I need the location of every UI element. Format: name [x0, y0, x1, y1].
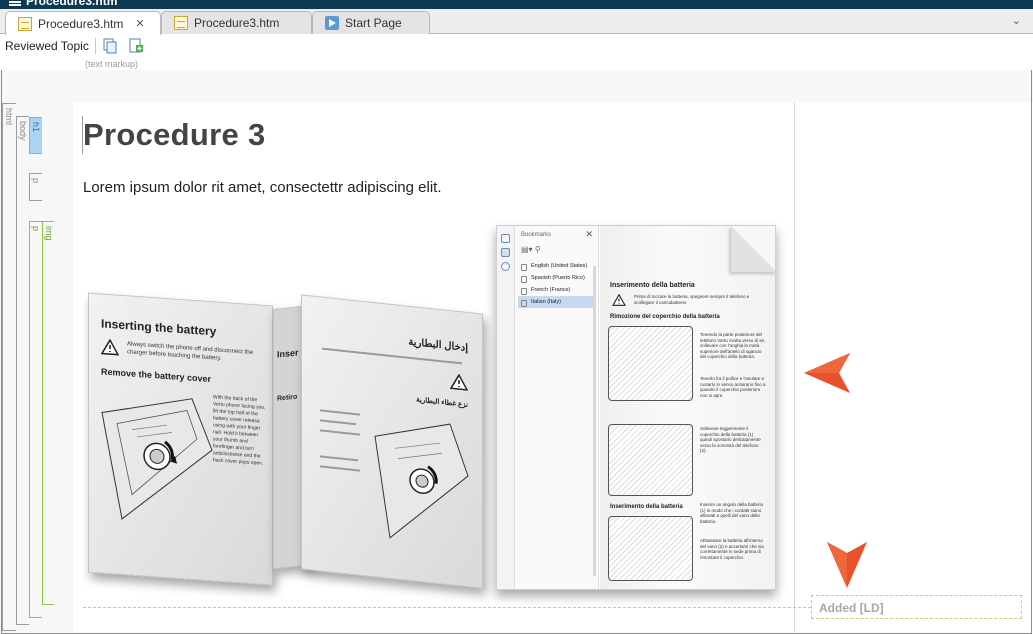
start-page-icon	[325, 16, 339, 30]
page-text-4: Sollevare leggermente il coperchio della…	[700, 426, 761, 453]
pamphlet-subtitle: Remove the battery cover	[101, 366, 212, 385]
added-change-underline	[83, 607, 811, 608]
htm-document-icon	[18, 16, 32, 31]
insert-topic-icon[interactable]	[127, 37, 145, 55]
bookmark-scrollbar	[593, 266, 596, 576]
pages-icon	[501, 234, 510, 243]
structure-tag-img: img	[44, 226, 54, 241]
structure-bar-p-figure[interactable]: p	[29, 221, 42, 618]
viewer-side-rail	[497, 226, 515, 589]
bookmark-item: English (United States)	[518, 260, 595, 272]
change-marker-arrow-down-icon[interactable]	[826, 541, 868, 589]
bookmark-icon	[501, 248, 510, 257]
bookmark-list: English (United States) Spanish (Puerto …	[518, 260, 595, 308]
warning-icon	[101, 338, 119, 356]
pamphlet-panel-english: Inserting the battery Always switch the …	[88, 292, 273, 586]
tab-label: Start Page	[345, 16, 402, 30]
pamphlet-fold-title: Inser	[277, 347, 299, 360]
toolbar-separator	[94, 38, 96, 54]
pamphlet-body: With the back of the Vertu phone facing …	[213, 394, 266, 467]
document-tab-strip: Procedure3.htm ✕ Procedure3.htm Start Pa…	[0, 9, 1033, 35]
structure-tag-body: body	[18, 121, 28, 141]
page-text-5: Inserire un angolo della batteria (1) in…	[700, 502, 764, 524]
window-title: Procedure3.htm	[26, 0, 118, 8]
page-heading[interactable]: Procedure 3	[83, 117, 266, 153]
page-heading-1: Inserimento della batteria	[610, 282, 695, 289]
tab-label: Procedure3.htm	[38, 16, 124, 31]
pamphlet-fold-subtitle: Retiro	[277, 393, 298, 403]
procedure-image[interactable]: Inserting the battery Always switch the …	[83, 222, 793, 602]
bookmark-options-icon: ▤▾ ⚲	[521, 245, 541, 254]
page-text-6: Abbassare la batteria all'interno del va…	[700, 538, 764, 560]
structure-bar-h1[interactable]: h1	[29, 117, 42, 154]
copy-topic-icon[interactable]	[101, 37, 119, 55]
pamphlet-note: Always switch the phone off and disconne…	[127, 341, 253, 362]
hamburger-menu-icon[interactable]	[9, 0, 21, 9]
arabic-title: إدخال البطارية	[408, 336, 468, 354]
structure-tag-html: html	[4, 108, 14, 126]
close-icon: ✕	[585, 229, 593, 239]
phone-back-illustration	[374, 423, 469, 539]
structure-bar-p[interactable]: p	[29, 173, 42, 201]
structure-bar-html[interactable]: html	[2, 103, 16, 631]
pamphlet-panel-arabic: إدخال البطارية نزع غطاء البطارية	[301, 294, 483, 589]
page-text-3: Tenerlo fra il pollice e l'anulare e ruo…	[700, 376, 766, 398]
warning-icon	[450, 373, 468, 391]
change-marker-arrow-left-icon[interactable]	[803, 352, 851, 394]
bookmark-item: Spanish (Puerto Rico)	[518, 272, 595, 284]
pdf-page: Inserimento della batteria Prima di tocc…	[600, 226, 775, 589]
phone-back-illustration	[101, 398, 213, 520]
close-tab-icon[interactable]: ✕	[135, 17, 144, 30]
structure-bar-body[interactable]: body	[16, 116, 29, 625]
text-markup-hint: (text markup)	[85, 59, 139, 69]
bookmark-item-selected: Italian (Italy)	[518, 296, 595, 308]
added-change-annotation[interactable]: Added [LD]	[811, 595, 1022, 619]
tab-label: Procedure3.htm	[194, 16, 280, 30]
structure-tag-p-figure: p	[31, 226, 41, 232]
structure-tag-h1: h1	[31, 122, 41, 133]
page-note-1: Prima di toccare la batteria, spegnere s…	[634, 294, 750, 305]
bookmarks-header: Bookmarks	[521, 232, 552, 238]
body-paragraph[interactable]: Lorem ipsum dolor rit amet, consectettr …	[83, 179, 441, 196]
review-toolbar: Reviewed Topic	[0, 34, 1033, 58]
page-heading-3: Inserimento della batteria	[610, 504, 683, 510]
pamphlet-title: Inserting the battery	[101, 316, 217, 339]
warning-icon	[612, 294, 626, 306]
phone-battery-cover-illustration	[608, 424, 693, 496]
pdf-viewer-preview: Bookmarks ✕ ▤▾ ⚲ English (United States)…	[496, 225, 776, 590]
structure-tag-p: p	[31, 178, 41, 184]
structure-bar-img[interactable]: img	[42, 221, 54, 605]
arabic-subtitle: نزع غطاء البطارية	[416, 396, 468, 409]
attachment-icon	[501, 262, 510, 271]
tab-procedure3-active[interactable]: Procedure3.htm ✕	[5, 11, 161, 35]
phone-back-illustration	[608, 326, 693, 401]
page-text-2: Tenendo la parte posteriore del telefono…	[700, 332, 766, 359]
reviewed-topic-label: Reviewed Topic	[5, 39, 89, 53]
page-curl	[731, 226, 775, 272]
htm-document-icon	[174, 16, 188, 30]
title-bar: Procedure3.htm	[0, 0, 1033, 9]
bookmarks-pane: Bookmarks ✕ ▤▾ ⚲ English (United States)…	[515, 226, 599, 589]
bookmark-item: French (France)	[518, 284, 595, 296]
battery-insert-illustration	[608, 516, 693, 581]
tab-start-page[interactable]: Start Page	[312, 11, 430, 34]
page-heading-2: Rimozione del coperchio della batteria	[610, 314, 720, 320]
tab-overflow-chevron-icon[interactable]: ⌄	[1012, 14, 1021, 27]
tab-procedure3[interactable]: Procedure3.htm	[161, 11, 312, 34]
